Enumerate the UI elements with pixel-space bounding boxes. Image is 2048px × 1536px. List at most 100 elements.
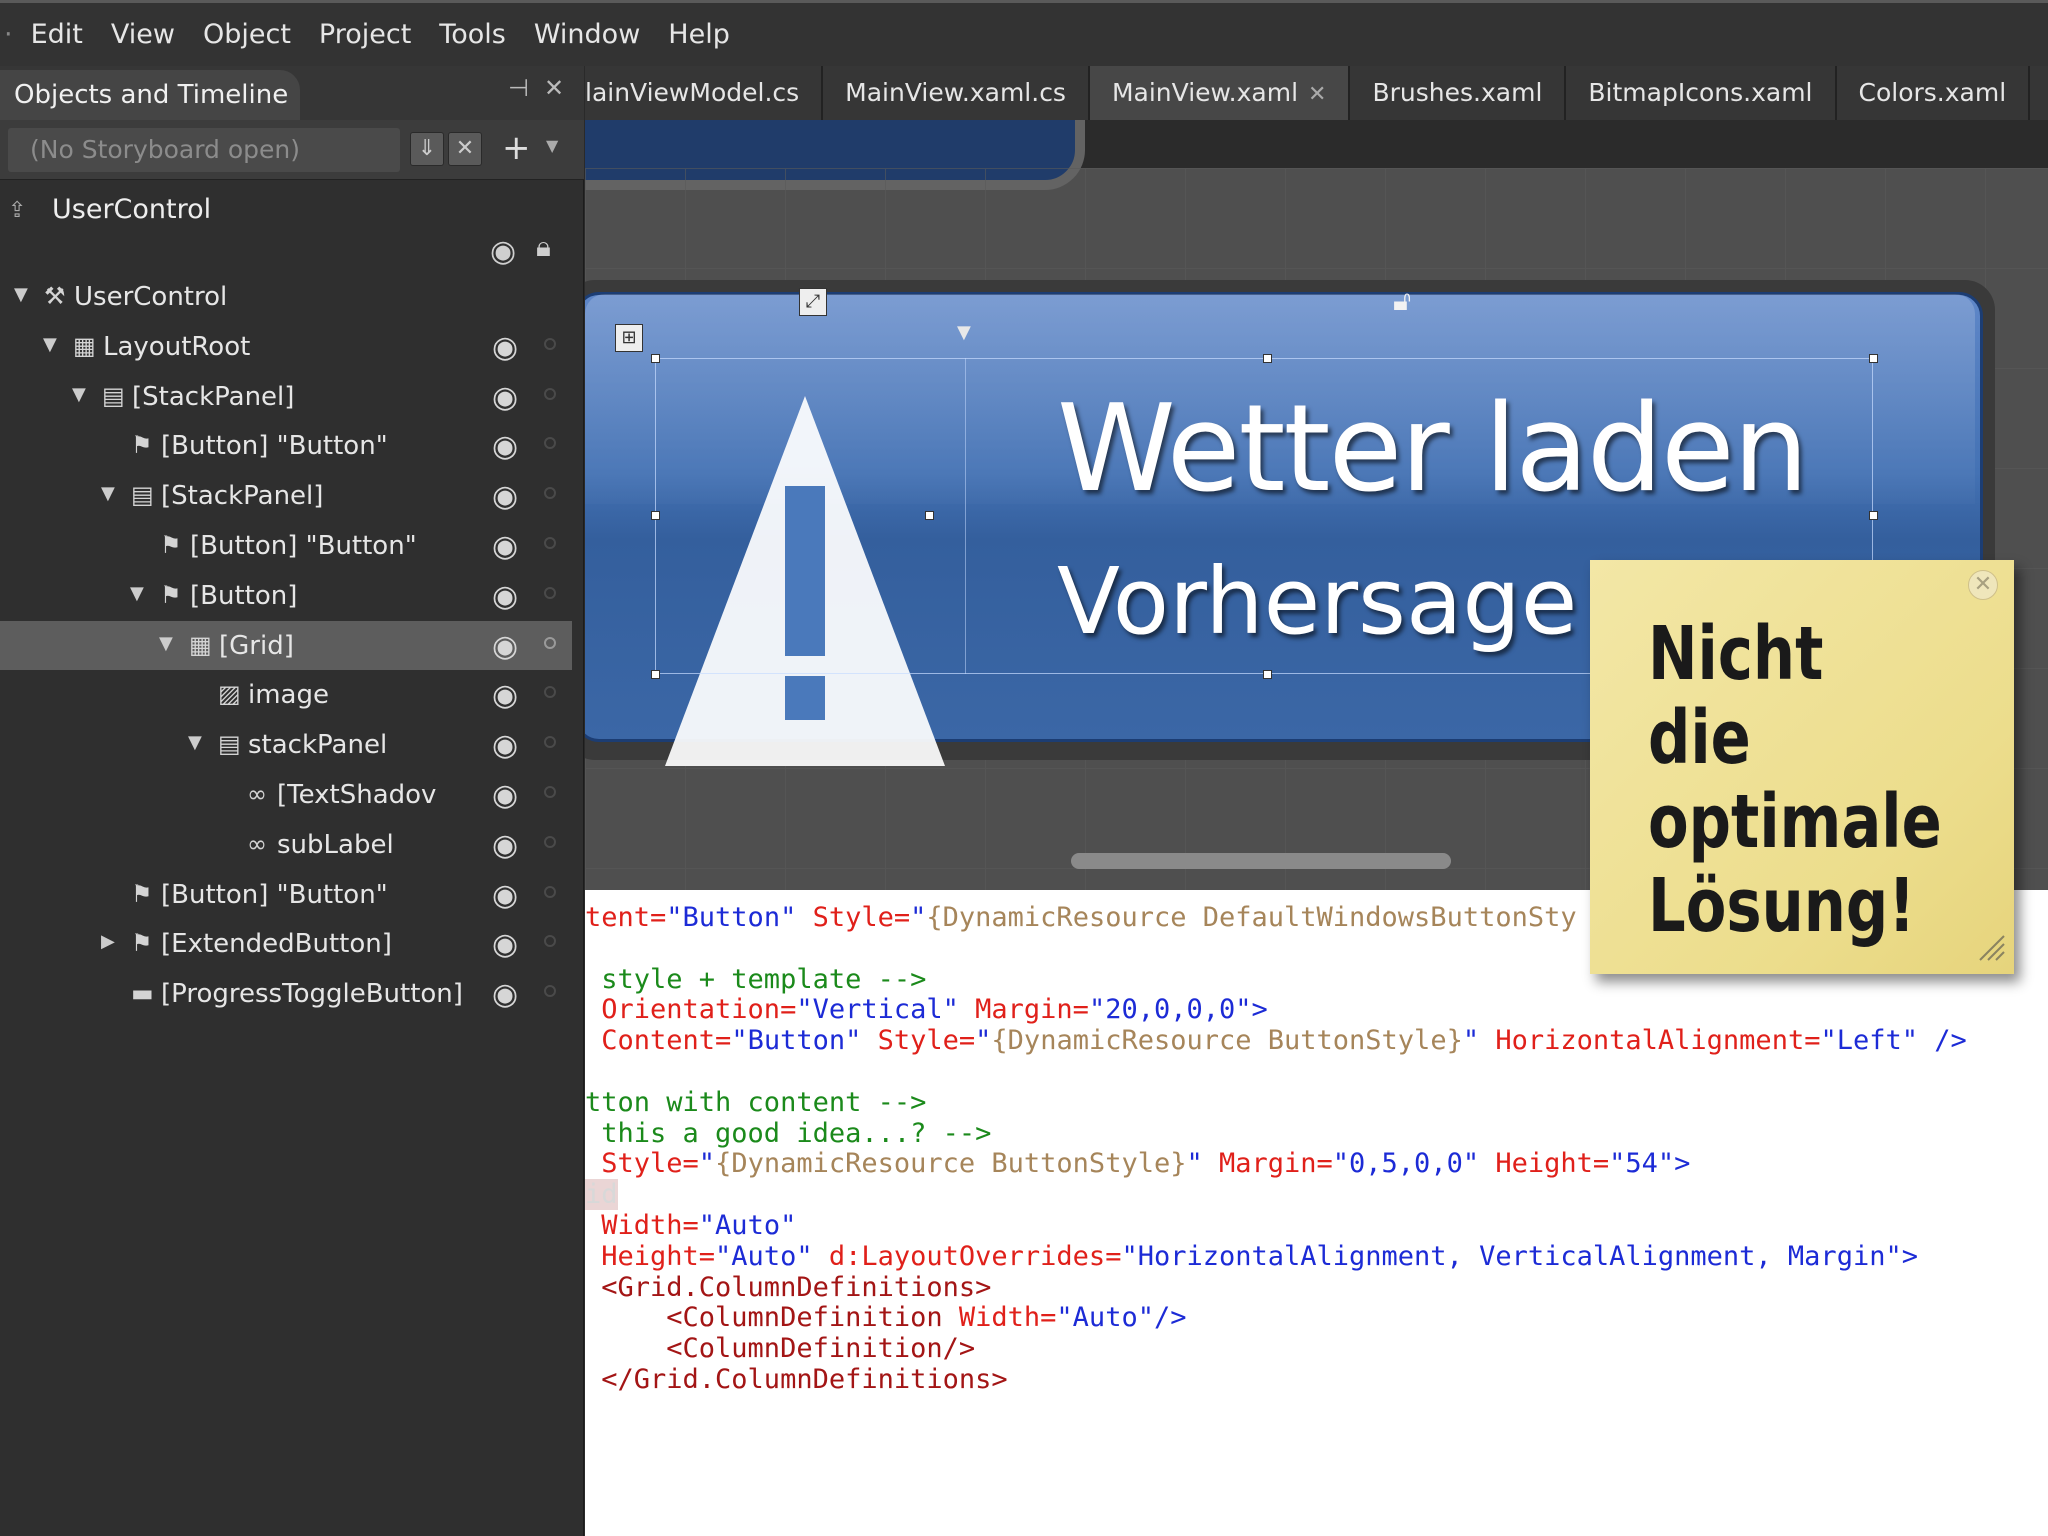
collapse-arrow-icon[interactable]: ▼	[188, 732, 202, 753]
collapse-arrow-icon[interactable]: ▼	[72, 384, 86, 405]
tree-item[interactable]: ⚑ [Button] "Button" ◉	[0, 421, 572, 471]
menu-edge: ·	[4, 18, 13, 50]
document-tab[interactable]: Brushes.xaml	[1350, 66, 1567, 120]
eye-icon[interactable]: ◉	[492, 828, 518, 863]
tree-item-label: [Button]	[190, 580, 298, 611]
eye-icon[interactable]: ◉	[492, 380, 518, 415]
lock-toggle-icon[interactable]	[544, 985, 556, 998]
lock-toggle-icon[interactable]	[544, 337, 556, 350]
document-tab[interactable]: MainView.xaml.cs	[823, 66, 1090, 120]
eye-icon[interactable]: ◉	[492, 429, 518, 464]
eye-icon[interactable]: ◉	[492, 778, 518, 813]
tree-item[interactable]: ▨ image ◉	[0, 670, 572, 720]
resize-grip-icon[interactable]	[1976, 932, 2006, 962]
new-storyboard-icon[interactable]: +	[502, 128, 531, 168]
eye-icon[interactable]: ◉	[492, 977, 518, 1012]
document-tab[interactable]: BitmapIcons.xaml	[1566, 66, 1837, 120]
resize-handle[interactable]	[1263, 354, 1272, 363]
menu-window[interactable]: Window	[520, 5, 654, 65]
lock-toggle-icon[interactable]	[544, 586, 556, 599]
code-token: "Left"	[1820, 1025, 1919, 1057]
eye-icon[interactable]: ◉	[492, 728, 518, 763]
lock-toggle-icon[interactable]	[544, 835, 556, 848]
tree-item[interactable]: ⚑ [Button] "Button" ◉	[0, 521, 572, 571]
scope-row[interactable]: ⇪ UserControl	[0, 180, 584, 240]
eye-icon[interactable]: ◉	[492, 678, 518, 713]
tree-item[interactable]: ▼ ▦ LayoutRoot ◉	[0, 322, 572, 372]
resize-handle[interactable]	[1869, 511, 1878, 520]
lock-toggle-icon[interactable]	[544, 736, 556, 749]
collapse-arrow-icon[interactable]: ▼	[130, 583, 144, 604]
resize-handle[interactable]	[1263, 670, 1272, 679]
document-tab[interactable]: TextS	[2030, 66, 2048, 120]
pin-icon[interactable]: ⊣	[508, 74, 529, 102]
lock-toggle-icon[interactable]	[544, 636, 556, 649]
collapse-arrow-icon[interactable]: ▼	[101, 483, 115, 504]
resize-handle[interactable]	[1869, 354, 1878, 363]
tree-item[interactable]: ▼ ▤ [StackPanel] ◉	[0, 471, 572, 521]
document-tab[interactable]: Colors.xaml	[1836, 66, 2031, 120]
tree-item[interactable]: ▼ ⚒ UserControl	[0, 272, 572, 322]
close-tab-icon[interactable]: ✕	[1308, 82, 1326, 107]
menu-tools[interactable]: Tools	[425, 5, 520, 65]
expand-icon[interactable]: ⤢	[799, 288, 827, 316]
document-tab[interactable]: lainViewModel.cs	[585, 66, 824, 120]
xaml-editor[interactable]: tent="Button" Style="{DynamicResource De…	[585, 890, 2048, 1536]
close-icon[interactable]: ✕	[1968, 570, 1998, 600]
lock-toggle-icon[interactable]	[544, 885, 556, 898]
tree-item[interactable]: ▶ ⚑ [ExtendedButton] ◉	[0, 919, 572, 969]
lock-toggle-icon[interactable]	[544, 536, 556, 549]
column-divider[interactable]	[965, 358, 966, 674]
storyboard-picker[interactable]: (No Storyboard open)	[8, 128, 400, 172]
menu-project[interactable]: Project	[305, 5, 425, 65]
close-icon[interactable]: ✕	[544, 74, 564, 102]
resize-handle[interactable]	[925, 511, 934, 520]
panel-title[interactable]: Objects and Timeline	[0, 70, 300, 120]
eye-icon[interactable]: ◉	[492, 878, 518, 913]
tree-item[interactable]: ∞ subLabel ◉	[0, 820, 572, 870]
menu-view[interactable]: View	[97, 5, 189, 65]
close-storyboard-icon[interactable]: ✕	[448, 132, 482, 166]
tree-item[interactable]: ∞ [TextShadov ◉	[0, 770, 572, 820]
tree-item[interactable]: ▼ ▤ [StackPanel] ◉	[0, 372, 572, 422]
lock-toggle-icon[interactable]	[544, 437, 556, 450]
collapse-arrow-icon[interactable]: ▼	[14, 284, 28, 305]
tree-item[interactable]: ▬ [ProgressToggleButton] ◉	[0, 969, 572, 1019]
tree-item[interactable]: ▼ ▦ [Grid] ◉	[0, 620, 572, 671]
lock-toggle-icon[interactable]	[544, 686, 556, 699]
eye-icon[interactable]: ◉	[492, 479, 518, 514]
resize-handle[interactable]	[651, 511, 660, 520]
tree-item[interactable]: ⚑ [Button] "Button" ◉	[0, 870, 572, 920]
eye-icon[interactable]: ◉	[490, 234, 516, 269]
collapse-arrow-icon[interactable]: ▼	[43, 334, 57, 355]
eye-icon[interactable]: ◉	[492, 927, 518, 962]
expand-arrow-icon[interactable]: ▶	[101, 931, 115, 952]
lock-toggle-icon[interactable]	[544, 785, 556, 798]
tree-item[interactable]: ▼ ▤ stackPanel ◉	[0, 720, 572, 770]
lock-toggle-icon[interactable]	[544, 935, 556, 948]
storyboard-options-icon[interactable]: ⇓	[410, 132, 444, 166]
lock-icon[interactable]: 🔒︎	[536, 230, 551, 264]
lock-toggle-icon[interactable]	[544, 487, 556, 500]
resize-handle[interactable]	[651, 670, 660, 679]
resize-handle[interactable]	[651, 354, 660, 363]
column-marker-icon[interactable]: ▼	[957, 322, 971, 343]
scope-up-icon[interactable]: ⇪	[8, 198, 26, 223]
sticky-note[interactable]: ✕ Nicht die optimale Lösung!	[1590, 560, 2014, 974]
collapse-arrow-icon[interactable]: ▼	[159, 633, 173, 654]
menu-help[interactable]: Help	[654, 5, 744, 65]
eye-icon[interactable]: ◉	[492, 529, 518, 564]
menu-edit[interactable]: Edit	[17, 5, 97, 65]
horizontal-scrollbar[interactable]	[1071, 853, 1451, 869]
document-tab[interactable]: MainView.xaml ✕	[1089, 66, 1351, 120]
eye-icon[interactable]: ◉	[492, 330, 518, 365]
unlock-icon[interactable]: 🔓︎	[1393, 284, 1411, 318]
eye-icon[interactable]: ◉	[492, 629, 518, 664]
move-grid-icon[interactable]: ⊞	[615, 324, 643, 352]
tree-item[interactable]: ▼ ⚑ [Button] ◉	[0, 571, 572, 621]
tree-item-label: [Button] "Button"	[161, 431, 388, 462]
chevron-down-icon[interactable]: ▼	[546, 136, 558, 155]
eye-icon[interactable]: ◉	[492, 579, 518, 614]
lock-toggle-icon[interactable]	[544, 387, 556, 400]
menu-object[interactable]: Object	[189, 5, 305, 65]
